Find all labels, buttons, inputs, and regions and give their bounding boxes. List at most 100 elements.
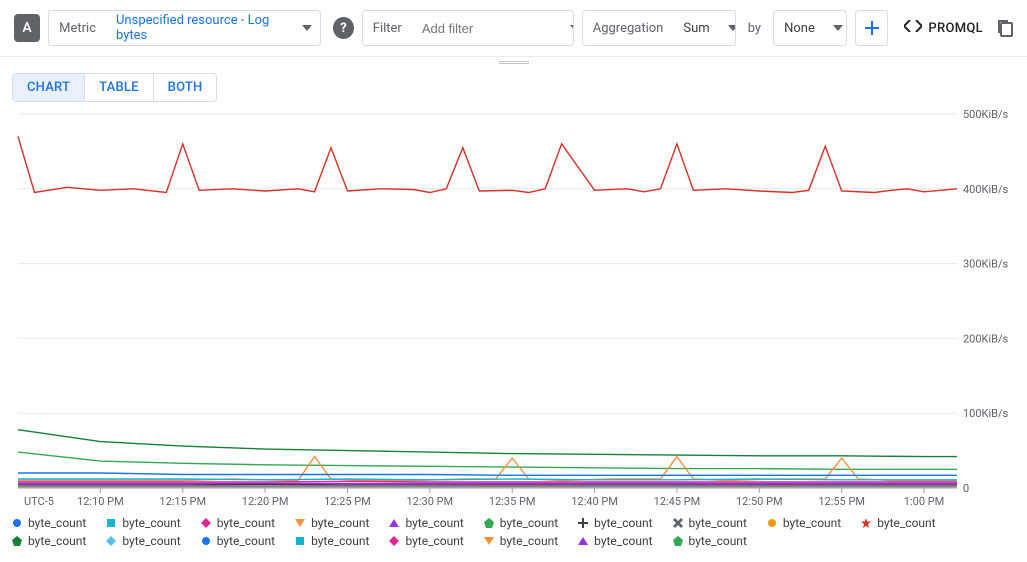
groupby-value[interactable]: None (774, 11, 825, 45)
legend-item[interactable]: byte_count (578, 516, 652, 530)
legend-label: byte_count (217, 516, 275, 530)
aggregation-value[interactable]: Sum (673, 11, 719, 45)
aggregation-selector[interactable]: Aggregation Sum (582, 10, 736, 46)
metric-value[interactable]: Unspecified resource - Log bytes (106, 11, 294, 45)
legend-symbol-icon (201, 536, 211, 546)
view-tabs: CHART TABLE BOTH (12, 73, 217, 102)
legend-item[interactable]: byte_count (201, 516, 275, 530)
legend-symbol-icon (12, 536, 22, 546)
groupby-selector[interactable]: None (773, 10, 847, 46)
chart-legend: byte_count byte_count byte_count byte_count… (12, 516, 1015, 552)
legend-item[interactable]: byte_count (767, 516, 841, 530)
legend-item[interactable]: byte_count (12, 534, 86, 548)
legend-item[interactable]: byte_count (295, 516, 369, 530)
svg-text:100KiB/s: 100KiB/s (963, 407, 1009, 420)
legend-label: byte_count (594, 534, 652, 548)
legend-item[interactable]: byte_count (201, 534, 275, 548)
svg-text:12:25 PM: 12:25 PM (324, 495, 371, 508)
promql-toggle[interactable]: PROMQL (904, 20, 983, 36)
legend-item[interactable]: byte_count (673, 516, 747, 530)
tab-chart[interactable]: CHART (13, 74, 84, 101)
svg-text:UTC-5: UTC-5 (24, 495, 54, 508)
legend-symbol-icon (12, 518, 22, 528)
aggregation-label: Aggregation (583, 11, 674, 45)
legend-symbol-icon (295, 536, 305, 546)
legend-label: byte_count (405, 516, 463, 530)
legend-item[interactable]: byte_count (673, 534, 747, 548)
legend-symbol-icon (484, 518, 494, 528)
svg-text:12:55 PM: 12:55 PM (818, 495, 865, 508)
svg-text:400KiB/s: 400KiB/s (963, 183, 1009, 196)
promql-label: PROMQL (928, 21, 983, 36)
svg-text:12:40 PM: 12:40 PM (571, 495, 618, 508)
svg-text:12:50 PM: 12:50 PM (736, 495, 783, 508)
legend-item[interactable]: byte_count (484, 534, 558, 548)
legend-symbol-icon (106, 518, 116, 528)
legend-label: byte_count (122, 534, 180, 548)
help-icon[interactable]: ? (333, 17, 354, 39)
legend-symbol-icon (767, 518, 777, 528)
svg-text:1:00 PM: 1:00 PM (904, 495, 944, 508)
svg-text:12:45 PM: 12:45 PM (654, 495, 701, 508)
legend-symbol-icon (578, 536, 588, 546)
metric-selector[interactable]: Metric Unspecified resource - Log bytes (48, 10, 321, 46)
svg-text:0: 0 (963, 482, 969, 495)
svg-text:300KiB/s: 300KiB/s (963, 258, 1009, 271)
legend-label: byte_count (689, 534, 747, 548)
legend-item[interactable]: byte_count (578, 534, 652, 548)
filter-control[interactable]: Filter (362, 10, 574, 46)
legend-label: byte_count (405, 534, 463, 548)
legend-label: byte_count (28, 534, 86, 548)
legend-symbol-icon (389, 518, 399, 528)
legend-item[interactable]: byte_count (389, 516, 463, 530)
legend-symbol-icon (578, 518, 588, 528)
legend-label: byte_count (311, 516, 369, 530)
legend-label: byte_count (689, 516, 747, 530)
legend-label: byte_count (594, 516, 652, 530)
tab-table[interactable]: TABLE (84, 74, 153, 101)
legend-label: byte_count (783, 516, 841, 530)
legend-label: byte_count (500, 516, 558, 530)
svg-text:12:30 PM: 12:30 PM (407, 495, 454, 508)
legend-symbol-icon (861, 518, 871, 528)
filter-input[interactable] (412, 11, 562, 45)
chevron-down-icon[interactable] (720, 11, 736, 45)
chart-svg[interactable]: 100KiB/s200KiB/s300KiB/s400KiB/s500KiB/s… (12, 108, 1015, 508)
legend-label: byte_count (311, 534, 369, 548)
legend-item[interactable]: byte_count (484, 516, 558, 530)
legend-symbol-icon (295, 518, 305, 528)
chevron-down-icon[interactable] (825, 11, 847, 45)
svg-text:12:10 PM: 12:10 PM (77, 495, 124, 508)
svg-text:12:20 PM: 12:20 PM (242, 495, 289, 508)
metric-label: Metric (49, 11, 106, 45)
legend-item[interactable]: byte_count (389, 534, 463, 548)
query-chip[interactable]: A (14, 14, 40, 42)
legend-symbol-icon (484, 536, 494, 546)
add-query-button[interactable] (855, 10, 889, 46)
legend-label: byte_count (217, 534, 275, 548)
svg-text:12:15 PM: 12:15 PM (159, 495, 206, 508)
copy-icon[interactable] (997, 19, 1013, 37)
legend-label: byte_count (122, 516, 180, 530)
legend-item[interactable]: byte_count (106, 534, 180, 548)
by-label: by (744, 21, 765, 36)
legend-item[interactable]: byte_count (106, 516, 180, 530)
legend-label: byte_count (877, 516, 935, 530)
legend-symbol-icon (106, 536, 116, 546)
legend-symbol-icon (673, 518, 683, 528)
filter-label: Filter (363, 11, 412, 45)
svg-text:200KiB/s: 200KiB/s (963, 332, 1009, 345)
legend-symbol-icon (673, 536, 683, 546)
chart-area[interactable]: 100KiB/s200KiB/s300KiB/s400KiB/s500KiB/s… (12, 108, 1015, 508)
legend-symbol-icon (201, 518, 211, 528)
tab-both[interactable]: BOTH (153, 74, 217, 101)
query-toolbar: A Metric Unspecified resource - Log byte… (0, 0, 1027, 57)
legend-label: byte_count (500, 534, 558, 548)
chevron-down-icon[interactable] (562, 11, 574, 45)
legend-symbol-icon (389, 536, 399, 546)
chevron-down-icon[interactable] (294, 11, 320, 45)
legend-item[interactable]: byte_count (295, 534, 369, 548)
legend-item[interactable]: byte_count (861, 516, 935, 530)
legend-label: byte_count (28, 516, 86, 530)
legend-item[interactable]: byte_count (12, 516, 86, 530)
